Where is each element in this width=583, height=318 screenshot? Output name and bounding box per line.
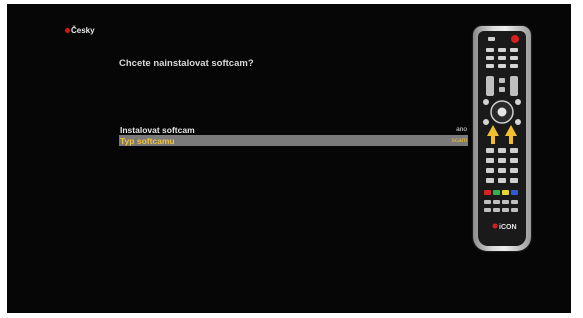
option-install-softcam[interactable]: Instalovat softcam ano bbox=[119, 124, 468, 135]
option-label: Typ softcamu bbox=[120, 135, 175, 146]
blue-key-icon bbox=[511, 190, 518, 195]
flag-icon bbox=[65, 28, 70, 33]
option-value: ano bbox=[456, 126, 467, 133]
brand-logo-icon: iCON bbox=[499, 224, 517, 231]
yellow-key-icon bbox=[502, 190, 509, 195]
language-indicator: Česky bbox=[65, 26, 95, 35]
logo-dot-icon bbox=[492, 223, 498, 229]
remote-control-icon: iCON bbox=[473, 26, 531, 251]
red-key-icon bbox=[484, 190, 491, 195]
ok-key-icon bbox=[497, 107, 507, 117]
option-softcam-type[interactable]: Typ softcamu scam bbox=[119, 135, 468, 146]
remote-buttons: iCON bbox=[483, 35, 521, 231]
language-label: Česky bbox=[71, 26, 95, 35]
tv-screen: Česky Chcete nainstalovat softcam? Insta… bbox=[7, 4, 571, 313]
down-arrow-icon bbox=[505, 125, 517, 144]
option-label: Instalovat softcam bbox=[120, 124, 195, 135]
dialog-question: Chcete nainstalovat softcam? bbox=[119, 58, 254, 69]
remote-key-icon bbox=[488, 37, 495, 41]
power-icon bbox=[511, 35, 519, 43]
up-arrow-icon bbox=[487, 125, 499, 144]
option-value: scam bbox=[451, 137, 467, 144]
green-key-icon bbox=[493, 190, 500, 195]
